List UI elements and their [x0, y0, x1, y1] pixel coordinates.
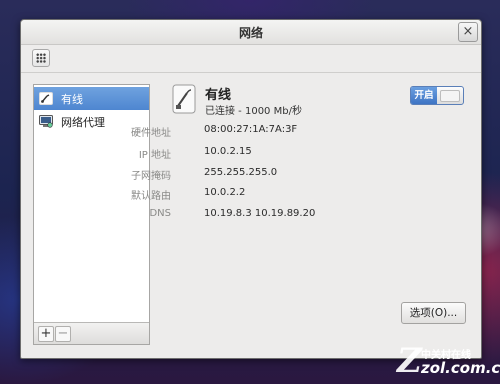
wired-network-icon	[39, 92, 53, 105]
remove-device-button[interactable]: −	[55, 326, 71, 342]
options-button[interactable]: 选项(O)...	[401, 302, 466, 324]
detail-label: 默认路由	[131, 191, 171, 202]
detail-row-dns: DNS 10.19.8.3 10.19.89.20	[21, 208, 481, 222]
detail-value: 10.19.8.3 10.19.89.20	[204, 208, 316, 219]
ethernet-connection-icon	[172, 84, 196, 114]
add-device-button[interactable]: +	[38, 326, 54, 342]
sidebar-item-label: 有线	[61, 93, 83, 106]
window-title: 网络	[238, 26, 263, 40]
close-button[interactable]: ×	[458, 22, 478, 42]
all-settings-button[interactable]	[32, 49, 50, 67]
detail-value: 255.255.255.0	[204, 167, 278, 178]
toggle-knob[interactable]	[440, 90, 460, 102]
detail-label: DNS	[149, 208, 171, 219]
grid-icon	[36, 53, 46, 63]
detail-label: IP 地址	[138, 150, 171, 161]
detail-row-hardware-address: 硬件地址 08:00:27:1A:7A:3F	[21, 124, 481, 139]
titlebar[interactable]: 网络 ×	[21, 20, 481, 45]
detail-label: 子网掩码	[131, 171, 171, 182]
detail-row-subnet-mask: 子网掩码 255.255.255.0	[21, 167, 481, 182]
sidebar-item-wired[interactable]: 有线	[34, 87, 149, 110]
network-settings-window: 网络 × 有线 网络代理 + − 有线 已连接 - 1000 Mb/秒 开启 硬…	[20, 19, 482, 359]
connection-status: 已连接 - 1000 Mb/秒	[205, 106, 302, 117]
detail-value: 10.0.2.15	[204, 146, 252, 157]
detail-value: 08:00:27:1A:7A:3F	[204, 124, 298, 135]
detail-label: 硬件地址	[131, 128, 171, 139]
toolbar-divider	[21, 72, 481, 73]
list-toolbar: + −	[34, 322, 149, 344]
watermark-logo: Z	[397, 341, 422, 381]
toggle-on-label: 开启	[411, 87, 437, 104]
detail-row-ip-address: IP 地址 10.0.2.15	[21, 146, 481, 161]
detail-value: 10.0.2.2	[204, 187, 246, 198]
zol-watermark: Z 中关村在线 zol.com.cn	[397, 341, 500, 381]
watermark-url: zol.com.cn	[421, 359, 500, 377]
connection-name: 有线	[205, 88, 232, 103]
detail-row-default-route: 默认路由 10.0.2.2	[21, 187, 481, 202]
wired-toggle-switch[interactable]: 开启	[410, 86, 464, 105]
